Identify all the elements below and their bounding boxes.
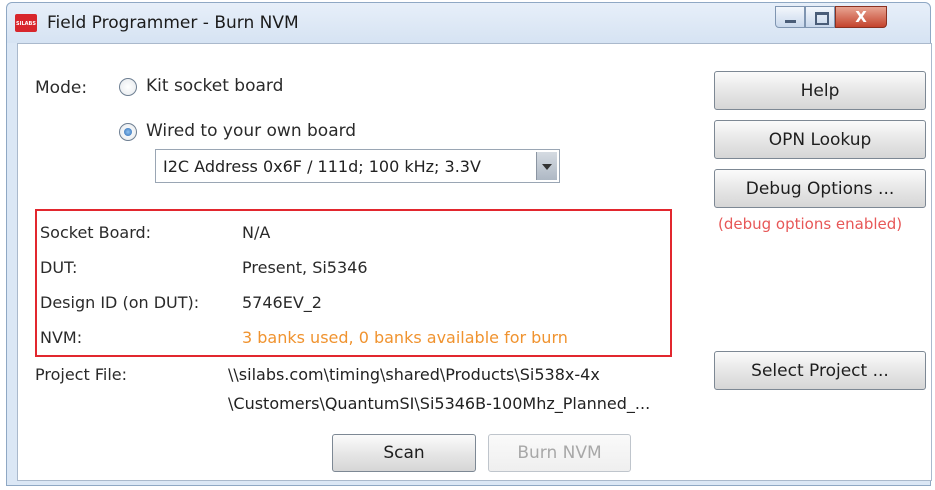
- dialog-body: Mode: Kit socket board Wired to your own…: [17, 43, 932, 481]
- device-status-box: Socket Board: N/A DUT: Present, Si5346 D…: [35, 209, 672, 357]
- app-icon-text: SILABS: [16, 21, 36, 27]
- project-path-line2: \Customers\QuantumSI\Si5346B-100Mhz_Plan…: [228, 394, 651, 413]
- burn-nvm-button[interactable]: Burn NVM: [488, 434, 631, 472]
- window-title: Field Programmer - Burn NVM: [47, 13, 299, 33]
- minimize-button[interactable]: [775, 6, 805, 28]
- select-project-button[interactable]: Select Project ...: [714, 351, 926, 390]
- chevron-down-icon[interactable]: [536, 152, 557, 180]
- nvm-label: NVM:: [40, 328, 83, 347]
- maximize-button[interactable]: [805, 6, 835, 28]
- interface-select-value: I2C Address 0x6F / 111d; 100 kHz; 3.3V: [163, 157, 481, 176]
- title-bar[interactable]: SILABS Field Programmer - Burn NVM X: [7, 3, 930, 43]
- debug-enabled-note: (debug options enabled): [718, 215, 903, 233]
- opn-lookup-button[interactable]: OPN Lookup: [714, 120, 926, 159]
- project-file-label: Project File:: [35, 365, 127, 384]
- design-id-value: 5746EV_2: [242, 293, 322, 312]
- radio-wired-own-board-label[interactable]: Wired to your own board: [146, 121, 356, 141]
- help-button[interactable]: Help: [714, 71, 926, 110]
- radio-kit-socket-board-label[interactable]: Kit socket board: [146, 76, 283, 96]
- interface-select[interactable]: I2C Address 0x6F / 111d; 100 kHz; 3.3V: [155, 149, 560, 183]
- debug-options-button[interactable]: Debug Options ...: [714, 169, 926, 208]
- socket-board-value: N/A: [242, 223, 271, 242]
- field-programmer-window: SILABS Field Programmer - Burn NVM X Mod…: [6, 2, 932, 486]
- scan-button[interactable]: Scan: [332, 434, 476, 472]
- app-icon: SILABS: [15, 14, 37, 32]
- radio-wired-own-board[interactable]: [119, 123, 137, 141]
- minimize-icon: [785, 20, 796, 23]
- nvm-value: 3 banks used, 0 banks available for burn: [242, 328, 568, 347]
- close-button[interactable]: X: [835, 6, 887, 28]
- close-icon: X: [855, 8, 867, 26]
- mode-label: Mode:: [35, 78, 88, 98]
- radio-kit-socket-board[interactable]: [119, 78, 137, 96]
- project-path-line1: \\silabs.com\timing\shared\Products\Si53…: [228, 365, 600, 384]
- socket-board-label: Socket Board:: [40, 223, 152, 242]
- dut-label: DUT:: [40, 258, 78, 277]
- design-id-label: Design ID (on DUT):: [40, 293, 200, 312]
- dut-value: Present, Si5346: [242, 258, 368, 277]
- maximize-icon: [815, 12, 829, 25]
